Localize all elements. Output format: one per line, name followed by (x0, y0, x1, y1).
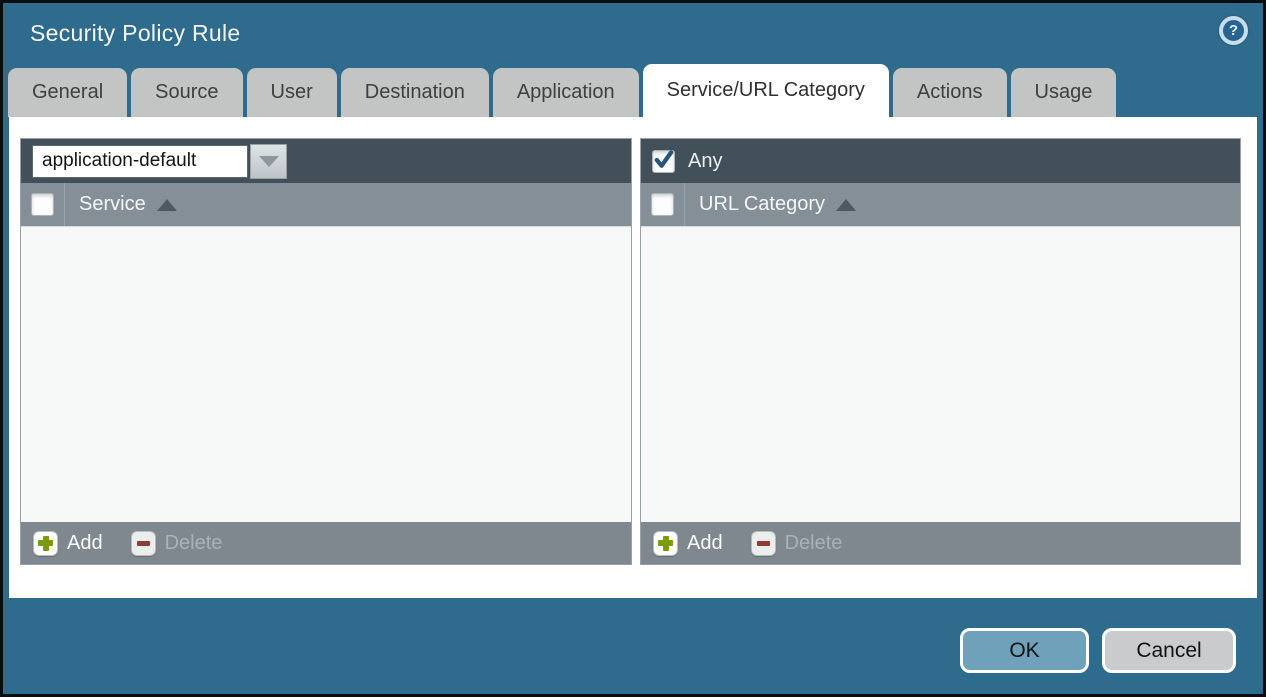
ok-button[interactable]: OK (960, 628, 1089, 673)
cancel-button[interactable]: Cancel (1102, 628, 1236, 673)
tab-strip: General Source User Destination Applicat… (8, 68, 1116, 117)
security-policy-rule-dialog: Security Policy Rule ? General Source Us… (0, 0, 1266, 697)
url-category-column-header-row: URL Category (641, 183, 1240, 227)
url-category-any-checkbox[interactable] (652, 150, 675, 173)
service-type-combobox (32, 144, 287, 179)
help-icon-glyph: ? (1229, 22, 1238, 39)
tab-usage[interactable]: Usage (1011, 68, 1117, 117)
tab-general[interactable]: General (8, 68, 127, 117)
help-icon[interactable]: ? (1219, 16, 1248, 45)
url-category-delete-button[interactable]: Delete (751, 531, 843, 556)
dialog-title: Security Policy Rule (30, 20, 241, 47)
tab-user[interactable]: User (247, 68, 337, 117)
url-category-select-all-checkbox[interactable] (651, 193, 674, 216)
url-category-panel: Any URL Category Add Delete (640, 138, 1241, 565)
dropdown-arrow-icon (259, 156, 279, 167)
tab-source[interactable]: Source (131, 68, 242, 117)
service-panel-header (21, 139, 631, 183)
tab-actions[interactable]: Actions (893, 68, 1007, 117)
delete-icon (751, 531, 776, 556)
tab-service-url-category[interactable]: Service/URL Category (643, 64, 889, 117)
service-column-header-row: Service (21, 183, 631, 227)
service-column-label[interactable]: Service (79, 193, 146, 216)
tab-application[interactable]: Application (493, 68, 639, 117)
service-panel: Service Add Delete (20, 138, 632, 565)
service-add-button[interactable]: Add (33, 531, 103, 556)
service-select-all-checkbox[interactable] (31, 193, 54, 216)
tab-content-area: Service Add Delete (9, 117, 1257, 598)
service-list-body (21, 227, 631, 522)
service-delete-button[interactable]: Delete (131, 531, 223, 556)
url-category-panel-header: Any (641, 139, 1240, 183)
service-type-dropdown-button[interactable] (250, 144, 287, 179)
any-checkbox-label: Any (688, 150, 722, 173)
checkmark-icon (653, 149, 674, 171)
service-panel-footer: Add Delete (21, 522, 631, 564)
add-icon (33, 531, 58, 556)
url-category-panel-footer: Add Delete (641, 522, 1240, 564)
tab-destination[interactable]: Destination (341, 68, 489, 117)
url-category-list-body (641, 227, 1240, 522)
url-category-column-label[interactable]: URL Category (699, 193, 825, 216)
url-category-add-button[interactable]: Add (653, 531, 723, 556)
service-type-input[interactable] (32, 145, 248, 178)
sort-asc-icon[interactable] (836, 199, 856, 211)
delete-icon (131, 531, 156, 556)
sort-asc-icon[interactable] (157, 199, 177, 211)
add-icon (653, 531, 678, 556)
